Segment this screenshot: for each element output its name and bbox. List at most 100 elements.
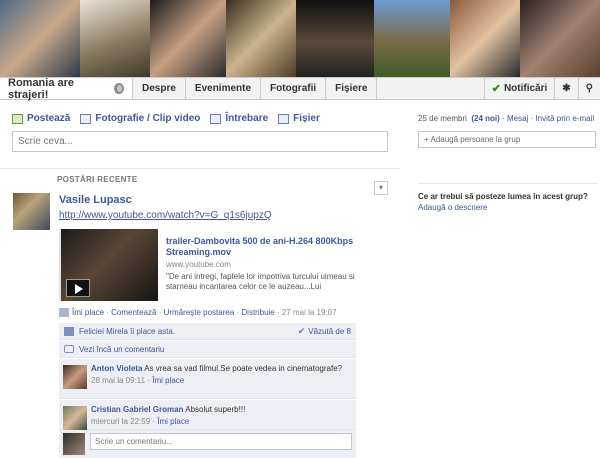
likes-row: Feliciei Mirela îi place asta. ✔ Văzută …	[59, 323, 356, 340]
notifications-button[interactable]: ✔ Notificări	[483, 78, 555, 99]
recent-posts-label: POSTĂRI RECENTE	[57, 175, 138, 184]
comment-body: Anton Violeta As vrea sa vad filmul.Se p…	[91, 364, 352, 386]
members-summary: 25 de membri (24 noi) · Mesaj · Invită p…	[418, 114, 595, 123]
cover-photo-knight[interactable]	[374, 0, 450, 77]
checkmark-icon: ✔	[297, 325, 306, 336]
file-action-label: Fișier	[293, 113, 320, 124]
composer-input[interactable]: Scrie ceva...	[12, 131, 388, 152]
user-avatar	[63, 433, 85, 455]
likes-text[interactable]: Feliciei Mirela îi place asta.	[79, 327, 175, 336]
post-actions: Îmi place · Comentează · Urmărește posta…	[59, 308, 337, 317]
shared-video-title[interactable]: trailer-Dambovita 500 de ani-H.264 800Kb…	[166, 236, 366, 258]
photo-video-action-label: Fotografie / Clip video	[95, 113, 201, 124]
comment-icon	[64, 345, 74, 353]
post-icon	[12, 113, 23, 124]
comment-item: Cristian Gabriel Groman Absolut superb!!…	[59, 400, 356, 430]
thumbs-up-icon	[64, 326, 74, 336]
video-thumbnail[interactable]	[61, 229, 158, 301]
commenter-name[interactable]: Anton Violeta	[91, 364, 142, 373]
more-comments-row[interactable]: Vezi încă un comentariu	[59, 341, 356, 358]
more-comments-link[interactable]: Vezi încă un comentariu	[79, 345, 164, 354]
question-icon	[210, 113, 222, 124]
search-button[interactable]: ⚲	[577, 78, 600, 99]
notifications-label: Notificări	[503, 83, 548, 94]
cover-photo-sepia[interactable]	[226, 0, 296, 77]
comment-meta: miercuri la 22:59 · Îmi place	[91, 417, 190, 426]
tab-despre[interactable]: Despre	[133, 78, 186, 99]
follow-post-link[interactable]: Urmărește postarea	[164, 308, 235, 317]
add-description-link[interactable]: Adaugă o descriere	[418, 203, 487, 212]
add-people-input[interactable]: + Adaugă persoane la grup	[418, 131, 596, 148]
new-members-count[interactable]: (24 noi)	[471, 114, 499, 123]
post-action[interactable]: Postează	[12, 113, 70, 124]
post-options-button[interactable]: ▾	[374, 181, 388, 195]
post-link[interactable]: http://www.youtube.com/watch?v=G_q1s6jup…	[59, 210, 272, 221]
search-icon: ⚲	[585, 83, 593, 94]
tab-fotografii[interactable]: Fotografii	[261, 78, 327, 99]
reply-row: Scrie un comentariu...	[59, 430, 356, 458]
post-author[interactable]: Vasile Lupasc	[59, 194, 132, 206]
comment-meta: 28 mai la 09:11 · Îmi place	[91, 376, 185, 385]
like-link[interactable]: Îmi place	[72, 308, 104, 317]
question-action[interactable]: Întrebare	[210, 113, 268, 124]
shared-video-domain: www.youtube.com	[166, 260, 231, 269]
file-icon	[278, 113, 290, 124]
cover-photo-man[interactable]	[296, 0, 374, 77]
commenter-name[interactable]: Cristian Gabriel Groman	[91, 405, 183, 414]
comment-text: Absolut superb!!!	[185, 405, 246, 414]
invite-email-link[interactable]: Invită prin e-mail	[535, 114, 594, 123]
shared-video-excerpt: "De ani intregi, faptele lor impotriva t…	[166, 272, 355, 291]
comment-time[interactable]: miercuri la 22:59	[91, 417, 150, 426]
video-icon	[59, 308, 69, 317]
cover-photo-group[interactable]	[450, 0, 520, 77]
comment-body: Cristian Gabriel Groman Absolut superb!!…	[91, 405, 352, 427]
composer: Postează Fotografie / Clip video Întreba…	[12, 113, 388, 152]
description-prompt: Ce ar trebui să posteze lumea în acest g…	[418, 192, 588, 201]
comment-input[interactable]: Scrie un comentariu...	[90, 433, 352, 450]
photo-video-action[interactable]: Fotografie / Clip video	[80, 113, 200, 124]
globe-icon	[113, 83, 124, 94]
chevron-down-icon: ▾	[378, 183, 383, 192]
sidebar-divider	[418, 183, 598, 184]
comment-text: As vrea sa vad filmul.Se poate vedea in …	[144, 364, 343, 373]
comment-item: Anton Violeta As vrea sa vad filmul.Se p…	[59, 359, 356, 399]
tab-evenimente[interactable]: Evenimente	[186, 78, 262, 99]
comment-time[interactable]: 28 mai la 09:11	[91, 376, 145, 385]
cover-photo-couple[interactable]	[0, 0, 80, 77]
post-action-label: Postează	[27, 113, 71, 124]
photo-icon	[80, 113, 92, 124]
group-name[interactable]: Romania are strajeri!	[0, 76, 133, 101]
group-sidebar: 25 de membri (24 noi) · Mesaj · Invită p…	[418, 113, 596, 148]
cover-photo-woman[interactable]	[150, 0, 226, 77]
share-link[interactable]: Distribuie	[241, 308, 274, 317]
seen-by-label: Văzută de 8	[308, 326, 351, 336]
checkmark-icon: ✔	[491, 83, 501, 95]
comment-like-link[interactable]: Îmi place	[152, 376, 184, 385]
gear-icon: ✱	[562, 83, 571, 94]
shared-video-info: trailer-Dambovita 500 de ani-H.264 800Kb…	[158, 229, 366, 301]
question-action-label: Întrebare	[225, 113, 269, 124]
tab-fisiere[interactable]: Fișiere	[326, 78, 378, 99]
author-avatar[interactable]	[13, 193, 50, 230]
group-name-label: Romania are strajeri!	[8, 76, 75, 101]
divider	[0, 168, 400, 169]
group-description: Ce ar trebui să posteze lumea în acest g…	[418, 191, 596, 213]
comment-link[interactable]: Comentează	[111, 308, 156, 317]
settings-button[interactable]: ✱	[554, 78, 577, 99]
message-link[interactable]: Mesaj	[507, 114, 528, 123]
file-action[interactable]: Fișier	[278, 113, 320, 124]
group-nav-bar: Romania are strajeri! Despre Evenimente …	[0, 76, 600, 101]
cover-photo-elder[interactable]	[520, 0, 600, 77]
cover-photo-strip	[0, 0, 600, 77]
post-timestamp[interactable]: 27 mai la 19:07	[282, 308, 337, 317]
composer-actions: Postează Fotografie / Clip video Întreba…	[12, 113, 388, 124]
commenter-avatar[interactable]	[63, 365, 87, 389]
comment-like-link[interactable]: Îmi place	[157, 417, 189, 426]
commenter-avatar[interactable]	[63, 406, 87, 430]
shared-video-card[interactable]: trailer-Dambovita 500 de ani-H.264 800Kb…	[59, 229, 366, 301]
member-count[interactable]: 25 de membri	[418, 114, 467, 123]
seen-by[interactable]: ✔ Văzută de 8	[298, 326, 351, 337]
play-icon[interactable]	[66, 279, 90, 297]
cover-photo-hat[interactable]	[80, 0, 150, 77]
